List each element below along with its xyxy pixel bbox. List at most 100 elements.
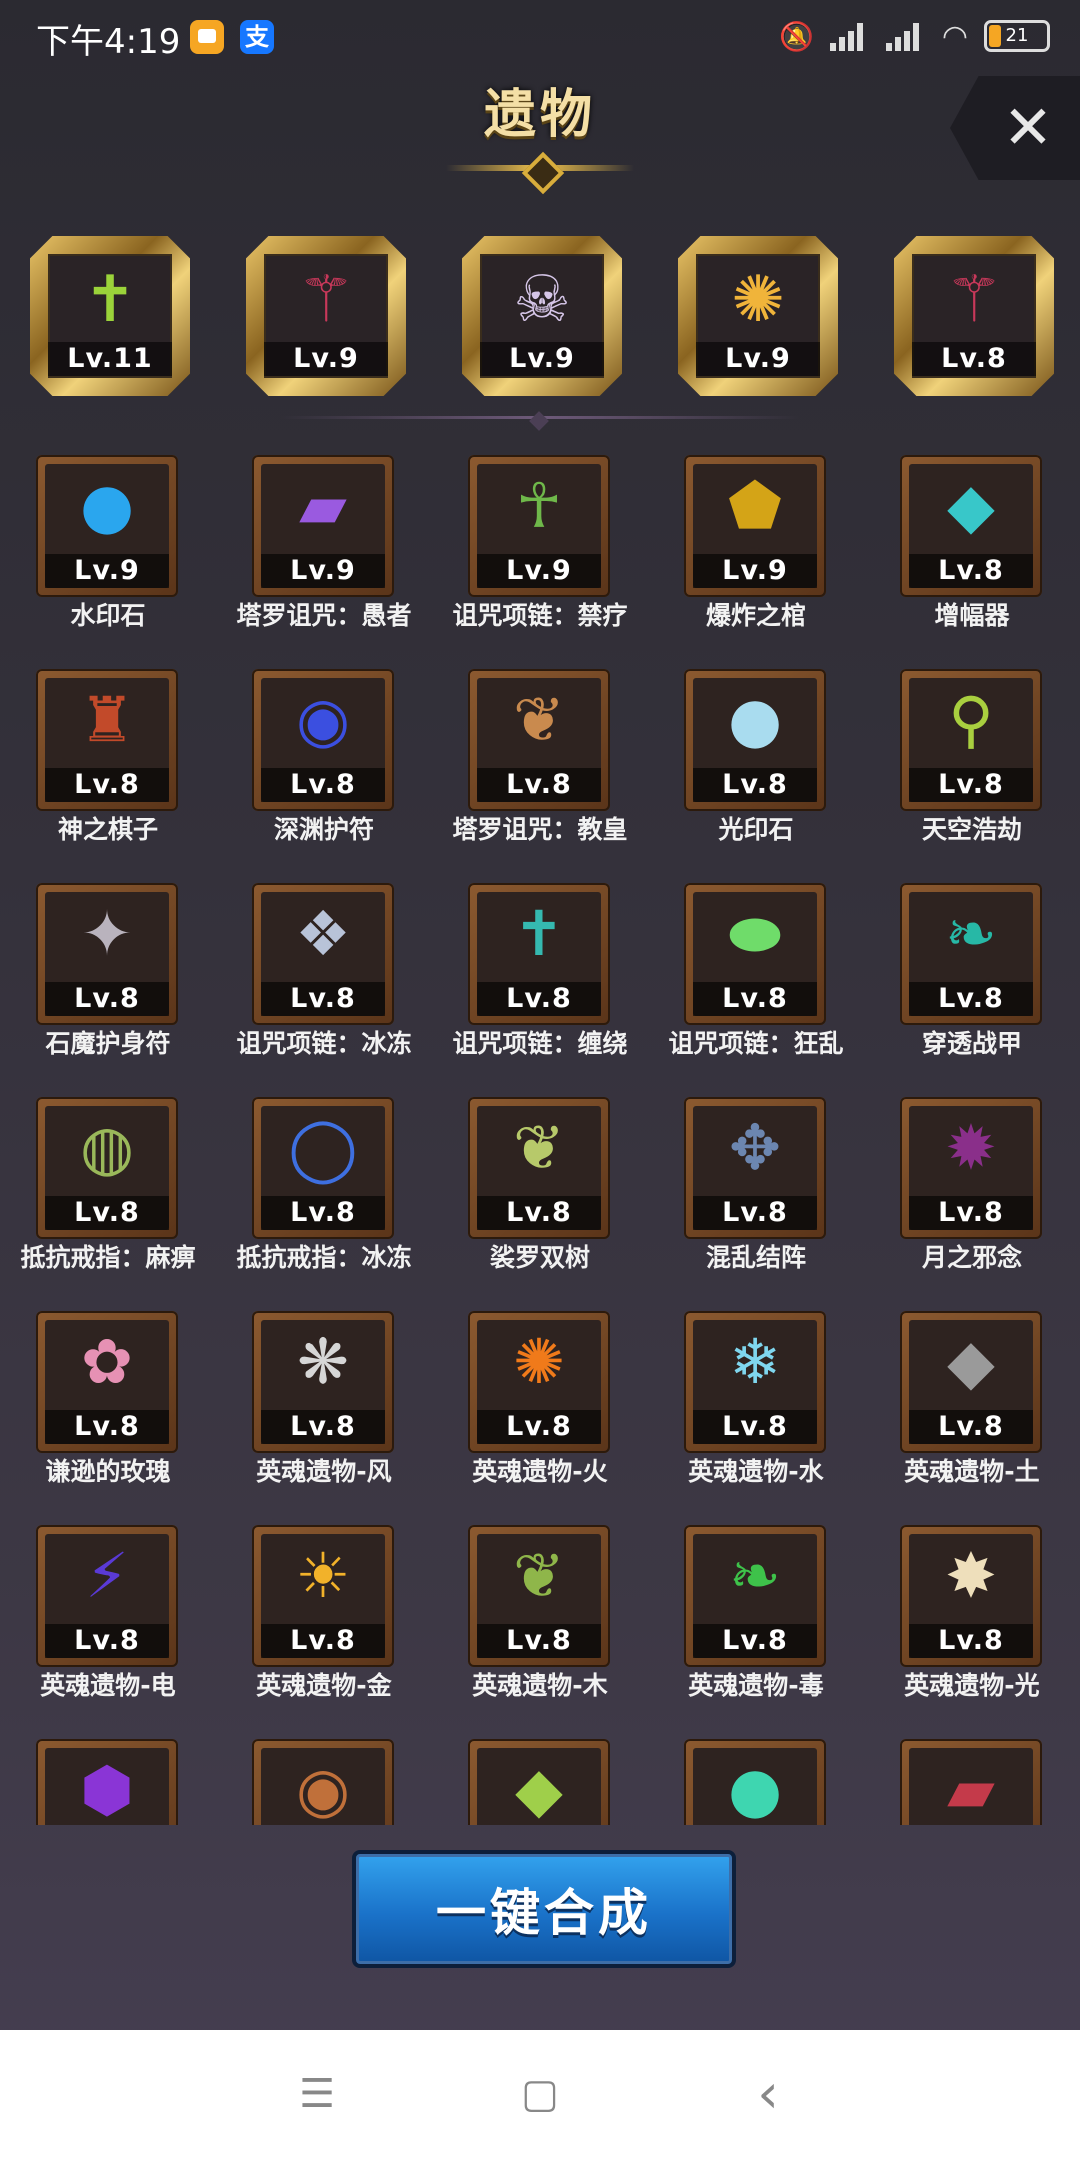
relic-item[interactable]: ● [648,1734,864,1825]
relic-name: 英魂遗物-金 [256,1671,392,1700]
relic-item[interactable]: ❄ Lv.8 英魂遗物-水 [648,1306,864,1520]
relic-item[interactable]: ⚡ Lv.8 英魂遗物-电 [0,1520,216,1734]
chaos-array-icon: ✥ [729,1111,781,1184]
relic-item[interactable]: ❦ Lv.8 塔罗诅咒：教皇 [432,664,648,878]
relic-item[interactable]: ◉ [216,1734,432,1825]
relic-item[interactable]: ✦ Lv.8 石魔护身符 [0,878,216,1092]
relic-item[interactable]: ● Lv.9 水印石 [0,450,216,664]
signal-icon-2 [885,21,926,51]
relic-item[interactable]: ● Lv.8 光印石 [648,664,864,878]
featured-relic[interactable]: ✝ Lv.11 [30,236,190,396]
relic-card: ⚲ Lv.8 [900,669,1042,811]
relic-item[interactable]: ❋ Lv.8 英魂遗物-风 [216,1306,432,1520]
featured-relic[interactable]: ✺ Lv.9 [678,236,838,396]
relic-level: Lv.8 [477,982,601,1016]
relic-card: ◯ Lv.8 [252,1097,394,1239]
relic-level: Lv.9 [480,342,604,376]
relic-item[interactable]: ✹ Lv.8 月之邪念 [864,1092,1080,1306]
relic-level: Lv.8 [261,982,385,1016]
relic-level: Lv.9 [696,342,820,376]
relic-item[interactable]: ☥ Lv.9 诅咒项链：禁疗 [432,450,648,664]
relic-level: Lv.8 [693,768,817,802]
relic-item[interactable]: ♜ Lv.8 神之棋子 [0,664,216,878]
frost-necklace-icon: ❖ [295,897,351,970]
featured-relic[interactable]: ⚚ Lv.8 [894,236,1054,396]
relic-item[interactable]: ◯ Lv.8 抵抗戒指：冰冻 [216,1092,432,1306]
featured-relic[interactable]: ☠ Lv.9 [462,236,622,396]
relic-level: Lv.8 [477,768,601,802]
green-necklace-icon: ☥ [515,469,563,542]
signal-icon [829,21,870,51]
relic-name: 英魂遗物-毒 [688,1671,824,1700]
relic-item[interactable]: ❦ Lv.8 英魂遗物-木 [432,1520,648,1734]
wood-sprout-icon: ❦ [513,1539,565,1612]
relic-card: ✝ Lv.8 [468,883,610,1025]
green-cross-icon: ✝ [83,263,137,337]
relic-name: 英魂遗物-木 [472,1671,608,1700]
relic-level: Lv.8 [693,1624,817,1658]
skull-icon: ☠ [513,263,571,337]
relic-card: ▰ [900,1739,1042,1825]
relic-level: Lv.8 [261,1624,385,1658]
relic-name: 英魂遗物-电 [40,1671,176,1700]
relic-name: 神之棋子 [57,815,158,844]
featured-relic[interactable]: ⚚ Lv.9 [246,236,406,396]
one-click-merge-button[interactable]: 一键合成 [352,1850,736,1968]
relic-card: ❋ Lv.8 [252,1311,394,1453]
relic-name: 天空浩劫 [921,815,1022,844]
relic-card: ✿ Lv.8 [36,1311,178,1453]
battery-level: 21 [1005,25,1029,46]
relic-item[interactable]: ◍ Lv.8 抵抗戒指：麻痹 [0,1092,216,1306]
relic-card: ● [684,1739,826,1825]
relic-item[interactable]: ◆ Lv.8 增幅器 [864,450,1080,664]
relic-item[interactable]: ◆ Lv.8 英魂遗物-土 [864,1306,1080,1520]
relic-item[interactable]: ✸ Lv.8 英魂遗物-光 [864,1520,1080,1734]
relic-name: 诅咒项链：缠绕 [452,1029,628,1058]
relic-item[interactable]: ❖ Lv.8 诅咒项链：冰冻 [216,878,432,1092]
relic-item[interactable]: ❧ Lv.8 英魂遗物-毒 [648,1520,864,1734]
relic-item[interactable]: ✺ Lv.8 英魂遗物-火 [432,1306,648,1520]
relic-card: ✸ Lv.8 [900,1525,1042,1667]
menu-icon[interactable]: ☰ [297,2074,337,2114]
purple-crystal-icon: ⬢ [79,1753,135,1825]
relic-item[interactable]: ◉ Lv.8 深渊护符 [216,664,432,878]
relic-item[interactable]: ⚲ Lv.8 天空浩劫 [864,664,1080,878]
light-orb-icon: ● [727,683,783,756]
relic-item[interactable]: ✝ Lv.8 诅咒项链：缠绕 [432,878,648,1092]
relic-item[interactable]: ▰ [864,1734,1080,1825]
relic-grid[interactable]: ● Lv.9 水印石 ▰ Lv.9 塔罗诅咒：愚者 ☥ Lv.9 诅咒项链：禁疗 ⬟ Lv.9 爆炸之… [0,450,1080,1825]
red-claw-icon: ⚚ [297,263,355,337]
relic-item[interactable]: ❧ Lv.8 穿透战甲 [864,878,1080,1092]
relic-item[interactable]: ⬢ [0,1734,216,1825]
fire-icon: ✺ [513,1325,565,1398]
relic-level: Lv.8 [261,768,385,802]
divider-ornament [529,411,549,431]
relic-card: ⬟ Lv.9 [684,455,826,597]
back-icon[interactable]: ‹ [748,2067,788,2121]
blue-orb-icon: ● [79,469,135,542]
home-icon[interactable]: ▢ [520,2074,560,2114]
relic-level: Lv.8 [477,1196,601,1230]
relic-level: Lv.8 [909,554,1033,588]
relic-card: ◉ [252,1739,394,1825]
relic-item[interactable]: ▰ Lv.9 塔罗诅咒：愚者 [216,450,432,664]
relic-level: Lv.8 [693,982,817,1016]
relic-name: 塔罗诅咒：愚者 [236,601,412,630]
relic-card: ❧ Lv.8 [684,1525,826,1667]
relic-item[interactable]: ☀ Lv.8 英魂遗物-金 [216,1520,432,1734]
relic-name: 抵抗戒指：冰冻 [236,1243,412,1272]
relic-level: Lv.8 [693,1410,817,1444]
relic-item[interactable]: ❦ Lv.8 裟罗双树 [432,1092,648,1306]
relic-name: 谦逊的玫瑰 [45,1457,171,1486]
relic-card: ♜ Lv.8 [36,669,178,811]
relic-item[interactable]: ✿ Lv.8 谦逊的玫瑰 [0,1306,216,1520]
relic-item[interactable]: ✥ Lv.8 混乱结阵 [648,1092,864,1306]
relic-level: Lv.8 [45,768,169,802]
teal-orb-icon: ● [727,1753,783,1825]
relic-card: ◆ [468,1739,610,1825]
relic-item[interactable]: ⬟ Lv.9 爆炸之棺 [648,450,864,664]
relic-card: ● Lv.9 [36,455,178,597]
rose-icon: ✿ [81,1325,133,1398]
relic-item[interactable]: ◆ [432,1734,648,1825]
relic-item[interactable]: ⬬ Lv.8 诅咒项链：狂乱 [648,878,864,1092]
